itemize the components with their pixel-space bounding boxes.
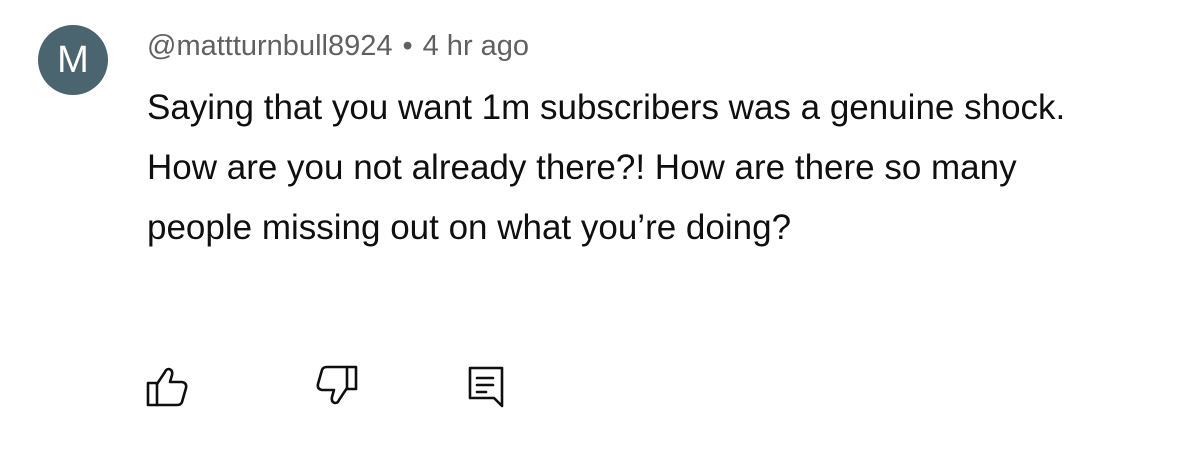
comment-timestamp: 4 hr ago [422, 30, 530, 62]
comment-text: Saying that you want 1m subscribers was … [147, 88, 1066, 247]
avatar[interactable]: M [38, 25, 108, 95]
comment-reply-icon [468, 366, 504, 408]
comment-username[interactable]: @mattturnbull8924 [147, 30, 392, 62]
comment-meta: @mattturnbull8924 • 4 hr ago [147, 26, 529, 66]
comment-item: M @mattturnbull8924 • 4 hr ago Saying that… [0, 0, 1179, 458]
like-button[interactable] [143, 362, 191, 410]
meta-separator: • [402, 30, 413, 62]
thumbs-down-icon [316, 365, 358, 405]
reply-button[interactable] [462, 362, 510, 410]
dislike-button[interactable] [313, 362, 361, 410]
thumbs-up-icon [146, 367, 188, 407]
